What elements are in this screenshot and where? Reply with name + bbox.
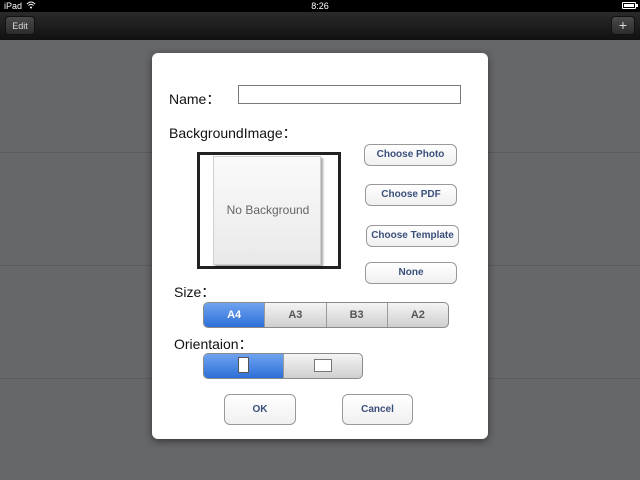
name-input[interactable] [238,85,461,104]
status-bar: iPad 8:26 [0,0,640,12]
preview-text: No Background [226,203,310,217]
background-image-label: BackgroundImage： [169,125,297,141]
none-button[interactable]: None [365,262,457,284]
size-option-a4[interactable]: A4 [204,303,265,327]
orientation-label: Orientaion： [174,336,253,352]
new-document-dialog: Name： BackgroundImage： No Background Cho… [152,53,488,439]
add-button[interactable]: + [611,16,635,35]
cancel-button[interactable]: Cancel [342,394,413,425]
orientation-portrait-option[interactable] [204,354,283,378]
choose-template-button[interactable]: Choose Template [366,225,459,247]
choose-photo-button[interactable]: Choose Photo [364,144,457,166]
size-option-b3[interactable]: B3 [325,303,387,327]
preview-paper: No Background [213,156,321,265]
battery-icon [622,2,638,9]
choose-pdf-button[interactable]: Choose PDF [365,184,457,206]
navigation-bar: Edit + [0,12,640,40]
landscape-icon [313,358,332,372]
orientation-landscape-option[interactable] [282,354,363,378]
size-option-a3[interactable]: A3 [264,303,325,327]
size-label: Size： [174,284,216,300]
ok-button[interactable]: OK [224,394,296,425]
portrait-icon [237,357,249,374]
size-option-a2[interactable]: A2 [386,303,448,327]
size-segmented-control: A4 A3 B3 A2 [203,302,449,328]
name-label: Name： [169,91,221,107]
clock: 8:26 [311,1,329,11]
edit-button[interactable]: Edit [5,16,35,35]
orientation-segmented-control [203,353,363,379]
background-preview: No Background [197,152,341,269]
